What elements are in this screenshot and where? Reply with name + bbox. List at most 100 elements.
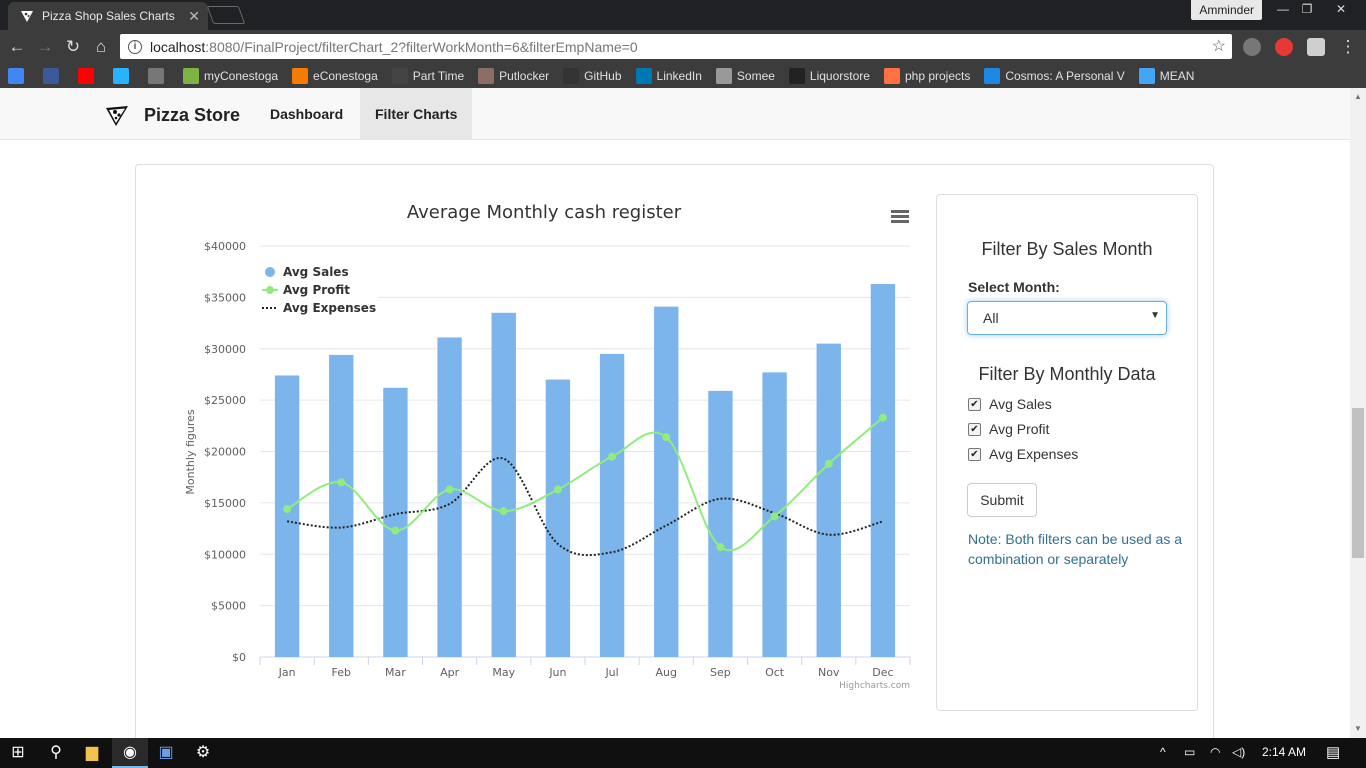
bookmark-sync[interactable] xyxy=(148,67,169,84)
point-avg-profit xyxy=(391,526,400,535)
forward-icon[interactable]: → xyxy=(34,36,56,58)
scrollbar-thumb[interactable] xyxy=(1352,408,1364,558)
y-tick-label: $20000 xyxy=(204,446,246,459)
browser-toolbar: ← → ↻ ⌂ i localhost:8080/FinalProject/fi… xyxy=(0,30,1366,63)
window-close-icon[interactable]: ✕ xyxy=(1326,0,1356,20)
freelancer-icon xyxy=(113,67,129,84)
bookmark-econestoga[interactable]: eConestoga xyxy=(292,67,378,84)
x-tick-label: Sep xyxy=(710,666,731,679)
star-icon[interactable]: ☆ xyxy=(1212,36,1226,56)
bookmark-google[interactable] xyxy=(8,67,29,84)
profile-button[interactable]: Amminder xyxy=(1191,0,1262,20)
bar-avg-sales xyxy=(545,379,571,657)
myconestoga-icon xyxy=(183,67,199,84)
wifi-icon[interactable]: ◠ xyxy=(1210,745,1220,759)
browser-titlebar: Pizza Shop Sales Charts ✕ Amminder — ❐ ✕ xyxy=(0,0,1366,30)
sales-chart: Average Monthly cash register $0 $5000 $100… xyxy=(184,202,911,691)
new-tab-button[interactable] xyxy=(206,6,246,24)
bookmark-myconestoga[interactable]: myConestoga xyxy=(183,67,278,84)
bar-avg-sales xyxy=(870,284,896,657)
x-tick-label: Aug xyxy=(656,666,677,679)
bookmark-putlocker[interactable]: Putlocker xyxy=(478,67,550,84)
nav-dashboard[interactable]: Dashboard xyxy=(255,88,358,140)
x-tick-label: Jun xyxy=(548,666,566,679)
bookmark-php-projects[interactable]: php projects xyxy=(883,67,970,84)
extension-lightbulb-icon[interactable] xyxy=(1243,38,1261,56)
checkbox-checked-icon[interactable]: ✔ xyxy=(968,397,981,411)
month-select[interactable]: All ▼ xyxy=(967,301,1167,335)
bookmark-label: Putlocker xyxy=(499,68,550,83)
bookmark-facebook[interactable] xyxy=(43,67,64,84)
clock[interactable]: 2:14 AM xyxy=(1262,745,1306,759)
restore-icon[interactable]: ❐ xyxy=(1292,0,1322,20)
chrome-icon[interactable]: ◉ xyxy=(112,738,148,768)
page-scrollbar[interactable]: ▲ ▼ xyxy=(1350,88,1366,738)
point-avg-profit xyxy=(499,507,508,516)
avg-profit-checkbox[interactable]: ✔ Avg Profit xyxy=(968,421,1049,437)
bookmark-label: Somee xyxy=(736,68,775,83)
checkbox-checked-icon[interactable]: ✔ xyxy=(968,422,981,436)
point-avg-profit xyxy=(337,478,346,487)
legend-avg-profit: Avg Profit xyxy=(283,283,350,297)
legend-symbol-avg-profit xyxy=(266,286,274,294)
settings-icon[interactable]: ⚙ xyxy=(185,738,221,768)
home-icon[interactable]: ⌂ xyxy=(90,36,112,58)
notifications-icon[interactable]: ▤ xyxy=(1326,743,1340,761)
extension-cube-icon[interactable] xyxy=(1307,38,1325,56)
info-icon[interactable]: i xyxy=(128,39,142,54)
point-avg-profit xyxy=(662,433,671,442)
back-icon[interactable]: ← xyxy=(6,36,28,58)
chart-menu-icon[interactable] xyxy=(891,210,909,223)
page-content: Pizza Store Dashboard Filter Charts Aver… xyxy=(0,88,1350,738)
submit-button[interactable]: Submit xyxy=(967,483,1037,517)
bookmark-somee[interactable]: Somee xyxy=(715,67,775,84)
brand-name: Pizza Store xyxy=(144,104,241,125)
brand[interactable]: Pizza Store xyxy=(104,102,240,128)
x-tick-label: Jul xyxy=(604,666,618,679)
legend-avg-expenses: Avg Expenses xyxy=(283,301,376,315)
bookmark-label: LinkedIn xyxy=(656,68,702,83)
bookmark-github[interactable]: GitHub xyxy=(563,67,622,84)
bookmark-cosmos-a-personal-v[interactable]: Cosmos: A Personal V xyxy=(984,67,1125,84)
y-tick-label: $0 xyxy=(232,651,246,664)
reload-icon[interactable]: ↻ xyxy=(62,36,84,58)
windows-start-icon[interactable]: ⊞ xyxy=(0,738,36,768)
avg-sales-checkbox[interactable]: ✔ Avg Sales xyxy=(968,396,1052,412)
caret-down-icon: ▼ xyxy=(1150,310,1160,321)
y-tick-label: $5000 xyxy=(211,600,246,613)
sync-icon xyxy=(148,67,164,84)
bookmark-youtube[interactable] xyxy=(78,67,99,84)
extension-opera-icon[interactable] xyxy=(1275,38,1293,56)
nav-filter-charts[interactable]: Filter Charts xyxy=(360,88,473,140)
close-icon[interactable]: ✕ xyxy=(188,8,200,25)
bookmark-mean[interactable]: MEAN xyxy=(1138,67,1194,84)
bookmark-linkedin[interactable]: LinkedIn xyxy=(635,67,702,84)
bookmark-part-time[interactable]: Part Time xyxy=(391,67,464,84)
volume-icon[interactable]: ◁) xyxy=(1232,745,1245,759)
bookmark-freelancer[interactable] xyxy=(113,67,134,84)
y-tick-label: $25000 xyxy=(204,394,246,407)
scroll-down-icon[interactable]: ▼ xyxy=(1354,724,1362,733)
bar-avg-sales xyxy=(708,390,733,657)
avg-expenses-checkbox[interactable]: ✔ Avg Expenses xyxy=(968,446,1078,462)
bar-avg-sales xyxy=(491,312,516,657)
bookmark-liquorstore[interactable]: Liquorstore xyxy=(788,67,870,84)
file-explorer-icon[interactable]: ▆ xyxy=(74,738,110,768)
menu-icon[interactable]: ⋮ xyxy=(1337,36,1359,58)
php-icon xyxy=(883,67,900,84)
checkbox-checked-icon[interactable]: ✔ xyxy=(968,447,981,461)
scroll-up-icon[interactable]: ▲ xyxy=(1354,92,1362,101)
chevron-up-icon[interactable]: ^ xyxy=(1160,745,1166,759)
bookmark-label: Cosmos: A Personal V xyxy=(1005,68,1125,83)
app-window-icon[interactable]: ▣ xyxy=(148,738,184,768)
search-icon[interactable]: ⚲ xyxy=(38,738,74,768)
browser-tab[interactable]: Pizza Shop Sales Charts ✕ xyxy=(8,2,208,30)
y-tick-label: $30000 xyxy=(204,343,246,356)
battery-icon[interactable]: ▭ xyxy=(1184,745,1195,759)
y-tick-label: $15000 xyxy=(204,497,246,510)
month-select-value: All xyxy=(983,310,999,326)
legend-avg-sales: Avg Sales xyxy=(283,265,349,279)
address-bar[interactable]: i localhost:8080/FinalProject/filterChar… xyxy=(120,34,1232,59)
pizza-logo-icon xyxy=(106,106,128,126)
x-tick-label: May xyxy=(492,666,515,679)
